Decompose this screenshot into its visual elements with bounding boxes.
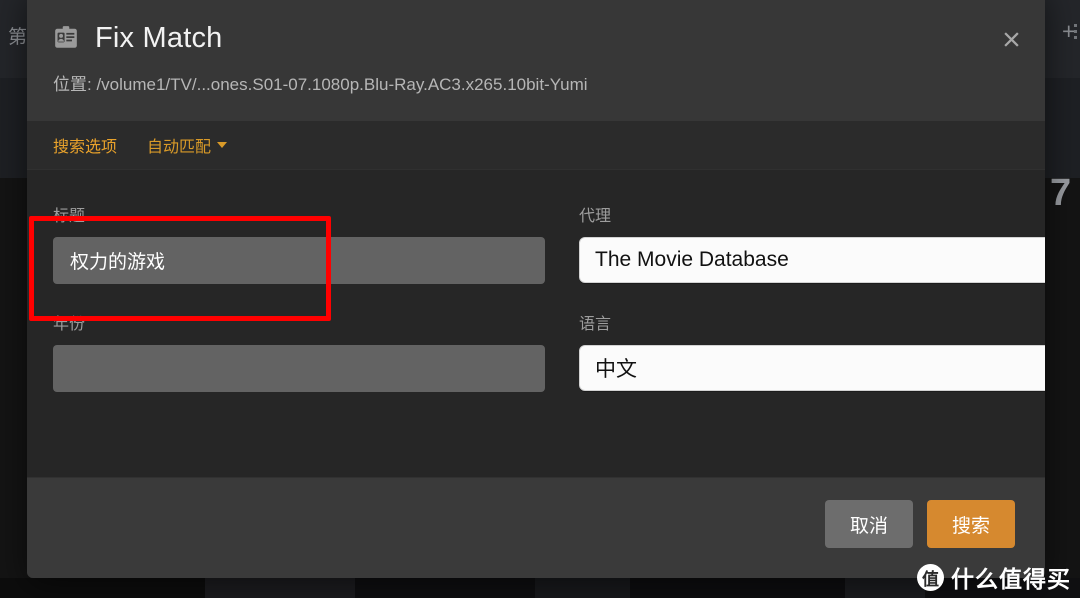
title-input[interactable] xyxy=(53,237,545,284)
year-field-label: 年份 xyxy=(53,316,86,333)
watermark-logo: 值 xyxy=(917,563,944,591)
close-icon xyxy=(1003,31,1019,47)
screen: 第 + 7 Fix Match 位置: /volume1/TV/...ones.… xyxy=(0,0,1080,598)
close-button[interactable] xyxy=(994,22,1028,56)
tab-search-options[interactable]: 搜索选项 xyxy=(53,130,117,160)
watermark: 值 什么值得买 xyxy=(917,560,1071,594)
language-field-group: 语言 中文 xyxy=(579,310,1045,392)
background-number-badge: 7 xyxy=(1050,172,1072,214)
agent-select-value: The Movie Database xyxy=(595,248,789,271)
chevron-down-icon xyxy=(217,142,228,148)
background-card-strip xyxy=(535,578,630,598)
title-field-label: 标题 xyxy=(53,208,86,225)
agent-select[interactable]: The Movie Database xyxy=(579,237,1045,283)
file-path-subtitle: 位置: /volume1/TV/...ones.S01-07.1080p.Blu… xyxy=(53,75,588,94)
dialog-body: 标题 代理 The Movie Database xyxy=(27,170,1045,477)
year-input[interactable] xyxy=(53,345,545,392)
language-select[interactable]: 中文 xyxy=(579,345,1045,391)
tab-auto-match[interactable]: 自动匹配 xyxy=(147,130,228,160)
search-button[interactable]: 搜索 xyxy=(927,500,1015,548)
language-select-value: 中文 xyxy=(595,358,637,381)
background-card-strip xyxy=(630,578,845,598)
agent-field-label: 代理 xyxy=(579,208,612,225)
search-options-form: 标题 代理 The Movie Database xyxy=(53,202,1045,392)
background-card-strip xyxy=(355,578,535,598)
dialog-footer: 取消 搜索 xyxy=(27,477,1045,578)
fix-match-dialog: Fix Match 位置: /volume1/TV/...ones.S01-07… xyxy=(27,0,1045,578)
dialog-tabbar: 搜索选项 自动匹配 xyxy=(27,121,1045,170)
tab-auto-match-label: 自动匹配 xyxy=(147,139,212,156)
language-field-label: 语言 xyxy=(579,316,612,333)
year-field-group: 年份 xyxy=(53,310,545,392)
tab-search-options-label: 搜索选项 xyxy=(53,139,118,156)
agent-field-group: 代理 The Movie Database xyxy=(579,202,1045,284)
background-left-label: 第 xyxy=(8,27,29,48)
more-vertical-icon[interactable] xyxy=(1074,24,1077,39)
background-card-strip xyxy=(0,578,205,598)
dialog-header: Fix Match 位置: /volume1/TV/...ones.S01-07… xyxy=(27,0,1045,121)
page-title: Fix Match xyxy=(95,21,223,54)
cancel-button[interactable]: 取消 xyxy=(825,500,913,548)
background-card-strip xyxy=(845,578,925,598)
background-card-strip xyxy=(205,578,355,598)
watermark-text: 什么值得买 xyxy=(951,566,1071,592)
title-field-group: 标题 xyxy=(53,202,545,284)
id-badge-icon xyxy=(55,26,77,48)
